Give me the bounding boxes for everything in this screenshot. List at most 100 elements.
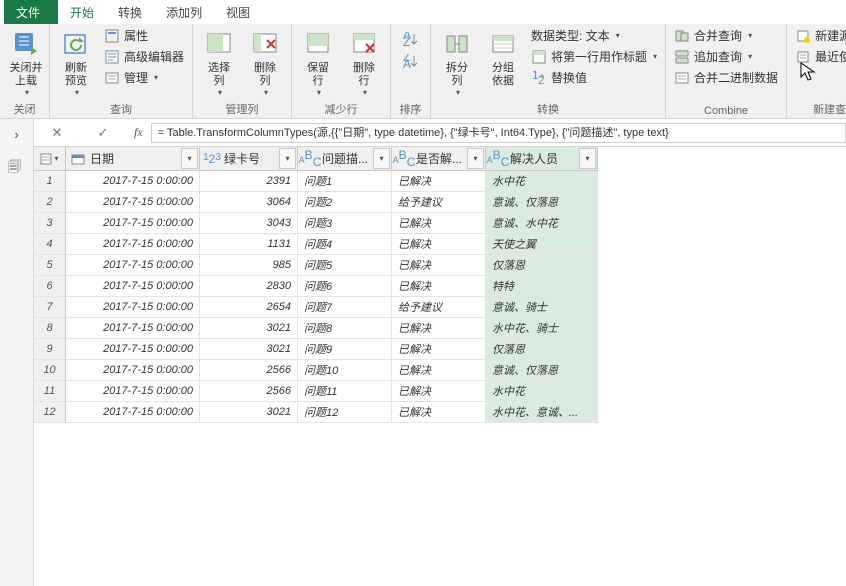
cell-date[interactable]: 2017-7-15 0:00:00 <box>66 234 200 255</box>
formula-cancel-icon[interactable]: ✕ <box>52 125 63 141</box>
tab-home[interactable]: 开始 <box>58 0 106 24</box>
cell-desc[interactable]: 问题12 <box>298 402 392 423</box>
recent-sources-button[interactable]: 最近使用的 <box>793 47 846 66</box>
cell-person[interactable]: 仅落恩 <box>486 255 598 276</box>
manage-button[interactable]: 管理▾ <box>102 68 186 87</box>
cell-desc[interactable]: 问题3 <box>298 213 392 234</box>
cell-person[interactable]: 水中花 <box>486 381 598 402</box>
cell-desc[interactable]: 问题7 <box>298 297 392 318</box>
cell-solved[interactable]: 已解决 <box>392 234 486 255</box>
cell-person[interactable]: 特特 <box>486 276 598 297</box>
close-load-button[interactable]: 关闭并 上载▾ <box>6 26 46 99</box>
tab-add-column[interactable]: 添加列 <box>154 0 214 24</box>
cell-date[interactable]: 2017-7-15 0:00:00 <box>66 402 200 423</box>
cell-card[interactable]: 2566 <box>200 381 298 402</box>
split-column-button[interactable]: 拆分 列▾ <box>437 26 477 99</box>
row-number[interactable]: 2 <box>34 192 66 213</box>
column-header-solved[interactable]: ABC是否解...▾ <box>392 147 486 171</box>
cell-card[interactable]: 3021 <box>200 339 298 360</box>
new-source-button[interactable]: 新建源▾ <box>793 26 846 45</box>
cell-person[interactable]: 天使之翼 <box>486 234 598 255</box>
cell-person[interactable]: 意诚、水中花 <box>486 213 598 234</box>
cell-person[interactable]: 水中花 <box>486 171 598 192</box>
column-header-card[interactable]: 123绿卡号▾ <box>200 147 298 171</box>
formula-input[interactable]: = Table.TransformColumnTypes(源,{{"日期", t… <box>151 123 846 143</box>
group-by-button[interactable]: 分组 依据 <box>483 26 523 90</box>
cell-card[interactable]: 3043 <box>200 213 298 234</box>
column-header-person[interactable]: ABC解决人员▾ <box>486 147 598 171</box>
row-number[interactable]: 5 <box>34 255 66 276</box>
cell-person[interactable]: 意诚、仅落恩 <box>486 192 598 213</box>
refresh-preview-button[interactable]: 刷新 预览▾ <box>56 26 96 99</box>
merge-queries-button[interactable]: 合并查询▾ <box>672 26 780 45</box>
row-number[interactable]: 7 <box>34 297 66 318</box>
column-header-desc[interactable]: ABC问题描...▾ <box>298 147 392 171</box>
expand-pane-icon[interactable]: › <box>14 127 18 142</box>
cell-card[interactable]: 2654 <box>200 297 298 318</box>
cell-desc[interactable]: 问题2 <box>298 192 392 213</box>
replace-values-button[interactable]: 12替换值 <box>529 68 659 87</box>
cell-solved[interactable]: 已解决 <box>392 276 486 297</box>
cell-card[interactable]: 985 <box>200 255 298 276</box>
cell-card[interactable]: 2830 <box>200 276 298 297</box>
row-number[interactable]: 1 <box>34 171 66 192</box>
row-number[interactable]: 6 <box>34 276 66 297</box>
cell-card[interactable]: 1131 <box>200 234 298 255</box>
sort-asc-button[interactable]: AZ <box>401 30 421 48</box>
cell-solved[interactable]: 给予建议 <box>392 192 486 213</box>
data-type-button[interactable]: 数据类型: 文本▾ <box>529 26 659 45</box>
row-number[interactable]: 3 <box>34 213 66 234</box>
first-row-header-button[interactable]: 将第一行用作标题▾ <box>529 47 659 66</box>
row-number[interactable]: 12 <box>34 402 66 423</box>
properties-button[interactable]: 属性 <box>102 26 186 45</box>
cell-date[interactable]: 2017-7-15 0:00:00 <box>66 318 200 339</box>
cell-person[interactable]: 意诚、仅落恩 <box>486 360 598 381</box>
file-tab[interactable]: 文件▾ <box>4 0 58 24</box>
cell-date[interactable]: 2017-7-15 0:00:00 <box>66 297 200 318</box>
keep-rows-button[interactable]: 保留 行▾ <box>298 26 338 99</box>
cell-date[interactable]: 2017-7-15 0:00:00 <box>66 339 200 360</box>
cell-desc[interactable]: 问题1 <box>298 171 392 192</box>
row-number[interactable]: 11 <box>34 381 66 402</box>
cell-person[interactable]: 仅落恩 <box>486 339 598 360</box>
cell-date[interactable]: 2017-7-15 0:00:00 <box>66 192 200 213</box>
column-header-date[interactable]: 日期▾ <box>66 147 200 171</box>
select-all-corner[interactable]: ▾ <box>34 147 66 171</box>
tab-transform[interactable]: 转换 <box>106 0 154 24</box>
cell-person[interactable]: 水中花、骑士 <box>486 318 598 339</box>
cell-solved[interactable]: 已解决 <box>392 381 486 402</box>
row-number[interactable]: 8 <box>34 318 66 339</box>
row-number[interactable]: 9 <box>34 339 66 360</box>
filter-dropdown[interactable]: ▾ <box>181 148 198 169</box>
cell-desc[interactable]: 问题10 <box>298 360 392 381</box>
filter-dropdown[interactable]: ▾ <box>579 148 596 169</box>
cell-solved[interactable]: 给予建议 <box>392 297 486 318</box>
queries-pane-collapsed[interactable]: › 🗐 <box>0 119 34 586</box>
choose-columns-button[interactable]: 选择 列▾ <box>199 26 239 99</box>
cell-desc[interactable]: 问题5 <box>298 255 392 276</box>
cell-desc[interactable]: 问题6 <box>298 276 392 297</box>
remove-rows-button[interactable]: 删除 行▾ <box>344 26 384 99</box>
cell-date[interactable]: 2017-7-15 0:00:00 <box>66 255 200 276</box>
cell-solved[interactable]: 已解决 <box>392 318 486 339</box>
cell-card[interactable]: 2566 <box>200 360 298 381</box>
cell-solved[interactable]: 已解决 <box>392 402 486 423</box>
cell-card[interactable]: 3064 <box>200 192 298 213</box>
cell-solved[interactable]: 已解决 <box>392 360 486 381</box>
combine-binary-button[interactable]: 合并二进制数据 <box>672 68 780 87</box>
row-number[interactable]: 10 <box>34 360 66 381</box>
cell-desc[interactable]: 问题11 <box>298 381 392 402</box>
sort-desc-button[interactable]: ZA <box>401 52 421 70</box>
cell-desc[interactable]: 问题8 <box>298 318 392 339</box>
cell-card[interactable]: 3021 <box>200 402 298 423</box>
cell-date[interactable]: 2017-7-15 0:00:00 <box>66 213 200 234</box>
advanced-editor-button[interactable]: 高级编辑器 <box>102 47 186 66</box>
cell-date[interactable]: 2017-7-15 0:00:00 <box>66 276 200 297</box>
cell-desc[interactable]: 问题9 <box>298 339 392 360</box>
cell-person[interactable]: 意诚、骑士 <box>486 297 598 318</box>
cell-date[interactable]: 2017-7-15 0:00:00 <box>66 381 200 402</box>
filter-dropdown[interactable]: ▾ <box>467 148 484 169</box>
cell-person[interactable]: 水中花、意诚、... <box>486 402 598 423</box>
cell-solved[interactable]: 已解决 <box>392 339 486 360</box>
filter-dropdown[interactable]: ▾ <box>373 148 390 169</box>
